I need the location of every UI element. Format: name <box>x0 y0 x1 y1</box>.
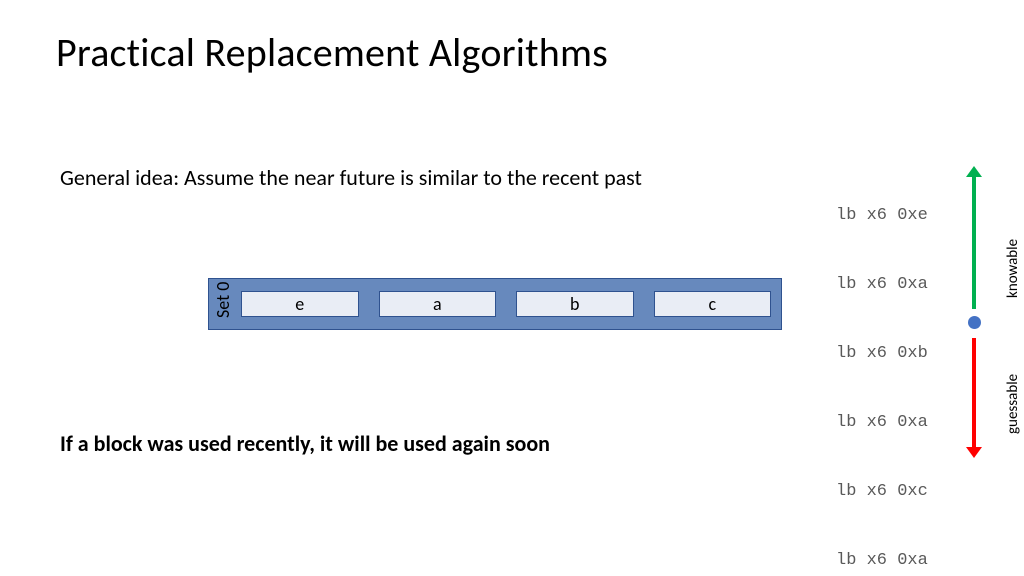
cache-set-diagram: Set 0 e a b c <box>208 278 782 330</box>
instruction: lb x6 0xa <box>836 411 928 434</box>
instruction: lb x6 0xb <box>836 342 928 365</box>
current-marker-icon <box>968 316 981 329</box>
slide-title: Practical Replacement Algorithms <box>56 28 608 77</box>
knowable-label: knowable <box>1004 239 1022 298</box>
cache-way: a <box>379 291 497 317</box>
slide: Practical Replacement Algorithms General… <box>0 0 1024 576</box>
guessable-arrow-icon <box>972 338 976 447</box>
instruction: lb x6 0xe <box>836 204 928 227</box>
cache-way: e <box>241 291 359 317</box>
knowable-arrow-icon <box>972 177 976 309</box>
instruction: lb x6 0xa <box>836 273 928 296</box>
subtitle-text: General idea: Assume the near future is … <box>60 164 642 191</box>
instruction-list: lb x6 0xe lb x6 0xa lb x6 0xb lb x6 0xa … <box>836 158 928 576</box>
set-label: Set 0 <box>212 290 234 318</box>
instruction: lb x6 0xa <box>836 549 928 572</box>
cache-ways: e a b c <box>237 279 781 329</box>
cache-way: b <box>516 291 634 317</box>
instruction: lb x6 0xc <box>836 480 928 503</box>
cache-way: c <box>654 291 772 317</box>
guessable-label: guessable <box>1004 374 1022 434</box>
conclusion-text: If a block was used recently, it will be… <box>60 430 550 457</box>
